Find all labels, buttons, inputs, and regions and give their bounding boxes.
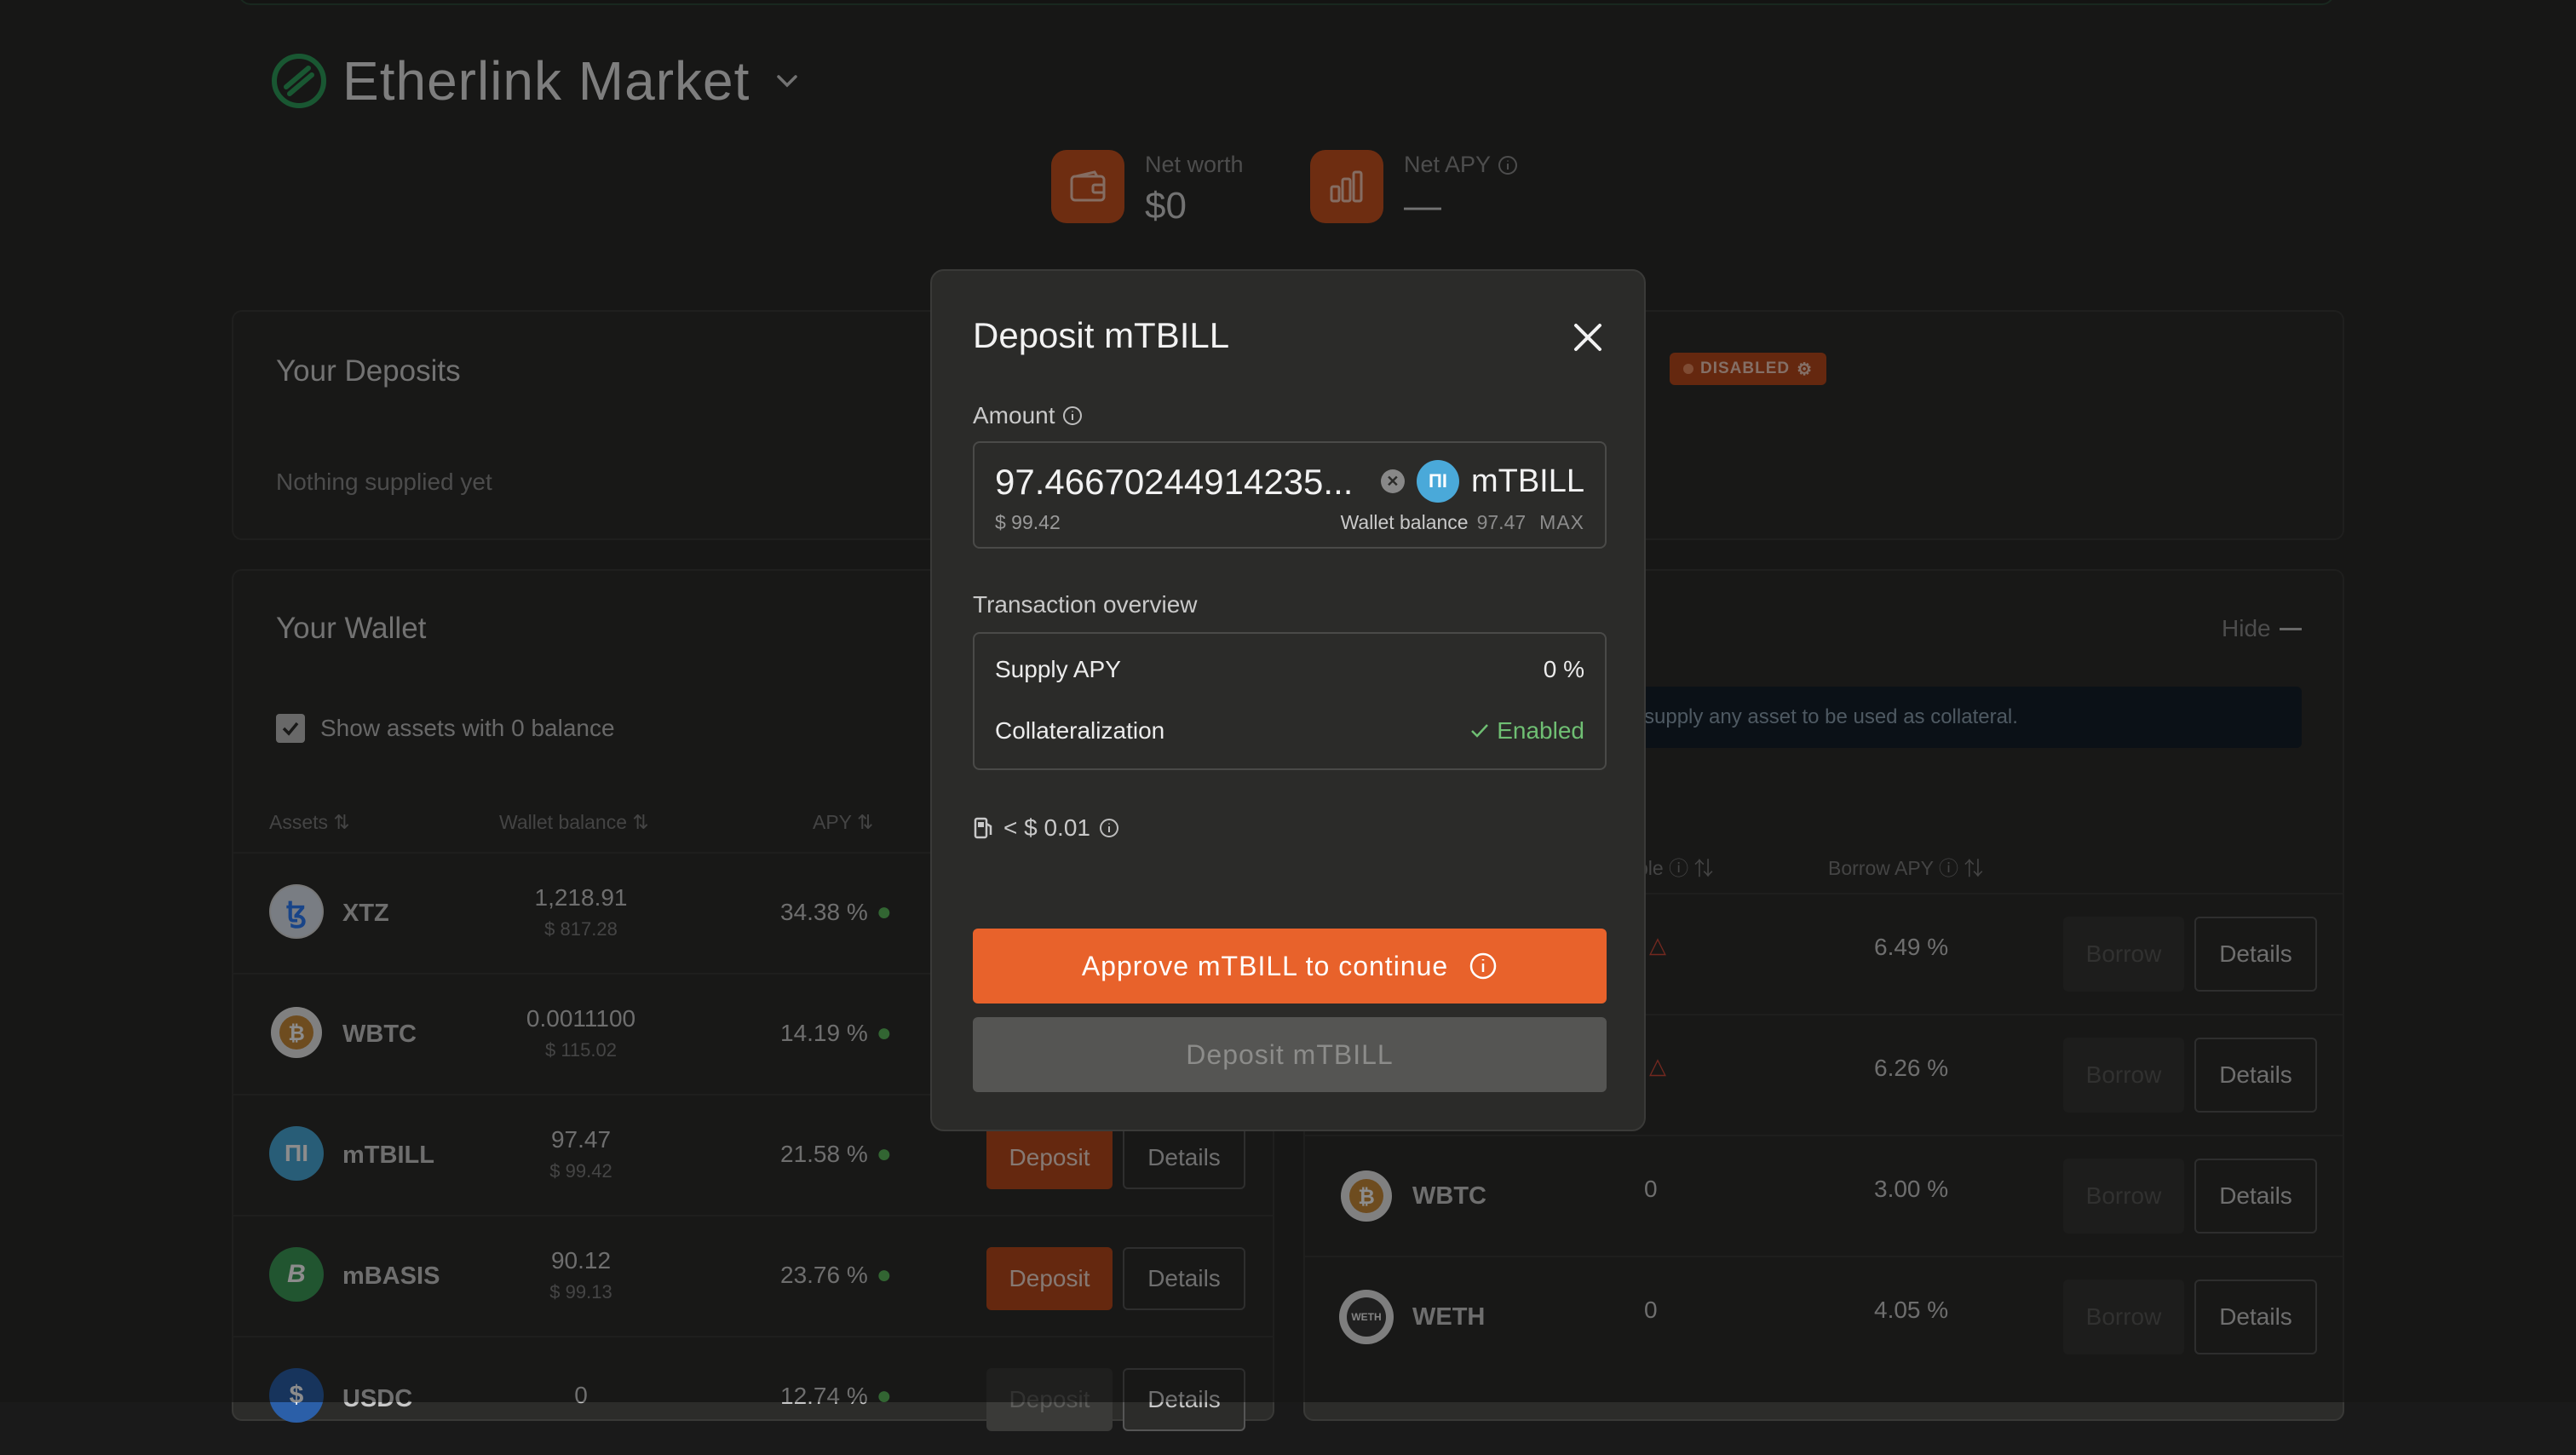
collateralization-row: Collateralization Enabled	[995, 717, 1584, 745]
gas-pump-icon	[974, 817, 992, 839]
gas-estimate: < $ 0.01	[973, 814, 1119, 842]
amount-input[interactable]: 97.46670244914235... ✕ ΠΙ mTBILL $ 99.42…	[973, 441, 1607, 549]
max-button[interactable]: MAX	[1539, 511, 1584, 534]
clear-input-icon[interactable]: ✕	[1380, 469, 1405, 493]
info-icon[interactable]	[1062, 405, 1083, 426]
supply-apy-label: Supply APY	[995, 656, 1121, 682]
wallet-balance-label: Wallet balance	[1340, 511, 1469, 533]
info-icon[interactable]	[1099, 818, 1119, 838]
mtbill-icon: ΠΙ	[1416, 460, 1459, 503]
amount-label: Amount	[973, 402, 1055, 428]
transaction-overview-box: Supply APY 0 % Collateralization Enabled	[973, 632, 1607, 770]
wallet-balance-value: 97.47	[1476, 511, 1527, 533]
checkmark-icon	[1471, 724, 1489, 738]
amount-usd: $ 99.42	[995, 511, 1061, 533]
supply-apy-row: Supply APY 0 %	[995, 656, 1584, 683]
modal-title: Deposit mTBILL	[973, 315, 1230, 355]
supply-apy-value: 0 %	[1543, 656, 1584, 682]
token-name: mTBILL	[1470, 463, 1584, 499]
deposit-button[interactable]: Deposit mTBILL	[973, 1017, 1607, 1092]
token-display: ✕ ΠΙ mTBILL	[1380, 460, 1584, 503]
deposit-modal: Deposit mTBILL Amount 97.46670244914235.…	[930, 269, 1646, 1131]
wallet-balance-line: Wallet balance 97.47 MAX	[1341, 511, 1584, 534]
approve-label: Approve mTBILL to continue	[1081, 950, 1449, 981]
close-icon[interactable]	[1569, 319, 1607, 356]
gas-value: < $ 0.01	[1003, 814, 1090, 841]
approve-button[interactable]: Approve mTBILL to continue	[973, 929, 1607, 1004]
amount-value[interactable]: 97.46670244914235...	[995, 462, 1353, 503]
collateral-value: Enabled	[1497, 717, 1584, 744]
collateral-label: Collateralization	[995, 717, 1165, 744]
collateral-status: Enabled	[1469, 717, 1584, 745]
overview-label: Transaction overview	[973, 591, 1198, 618]
info-icon[interactable]	[1469, 952, 1498, 981]
amount-label-row: Amount	[973, 402, 1083, 429]
